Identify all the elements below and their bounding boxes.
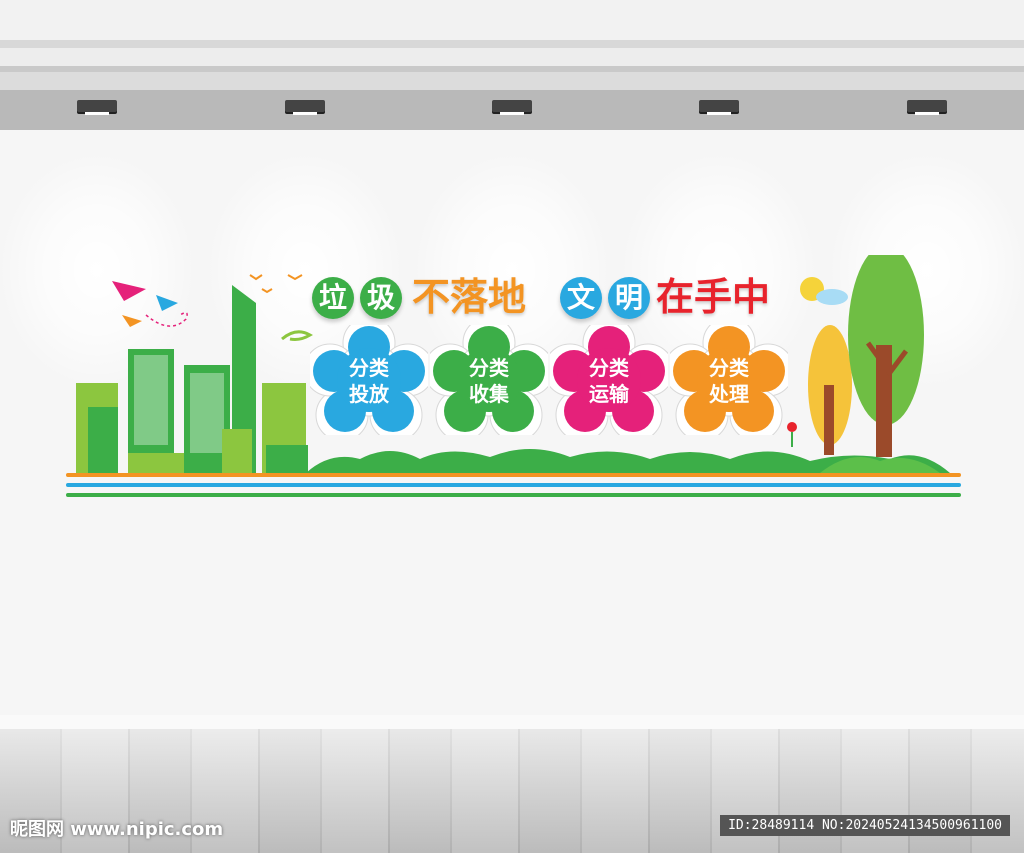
title-char: 文 (560, 277, 602, 319)
title-char: 明 (608, 277, 650, 319)
flower-line1: 分类 (349, 356, 389, 380)
base-stripe-blue (66, 483, 961, 487)
title-char: 垃 (312, 277, 354, 319)
ceiling-lamp (699, 100, 739, 115)
flower-badge: 分类 收集 (430, 325, 548, 435)
paper-plane-icon (112, 281, 146, 301)
ceiling-lamp (907, 100, 947, 115)
title-part: 不落地 (412, 275, 527, 319)
title-part: 在手中 (656, 275, 771, 319)
paper-plane-icon (156, 295, 178, 311)
ceiling (0, 0, 1024, 130)
watermark-left: 昵图网 www.nipic.com (10, 819, 224, 840)
flower-line1: 分类 (709, 356, 749, 380)
flower-line2: 收集 (469, 382, 509, 406)
base-stripe-green (66, 493, 961, 497)
flower-badge: 分类 投放 (310, 325, 428, 435)
wall-board: 垃 圾 不落地 文 明 在手中 分类 投放 分类 收集 分类 运输 分类 处理 (60, 255, 965, 505)
flower-badge: 分类 运输 (550, 325, 668, 435)
flower-line1: 分类 (589, 356, 629, 380)
paper-plane-icon (122, 315, 142, 327)
flower-line2: 投放 (349, 382, 389, 406)
ceiling-lamp (492, 100, 532, 115)
flower-line2: 处理 (709, 382, 749, 406)
flower-badge: 分类 处理 (670, 325, 788, 435)
flower-line2: 运输 (589, 382, 629, 406)
ceiling-lamp (77, 100, 117, 115)
title-char: 圾 (360, 277, 402, 319)
ceiling-lamp (285, 100, 325, 115)
watermark-id: ID:28489114 NO:20240524134500961100 (720, 815, 1010, 836)
base-stripe-orange (66, 473, 961, 477)
flower-line1: 分类 (469, 356, 509, 380)
